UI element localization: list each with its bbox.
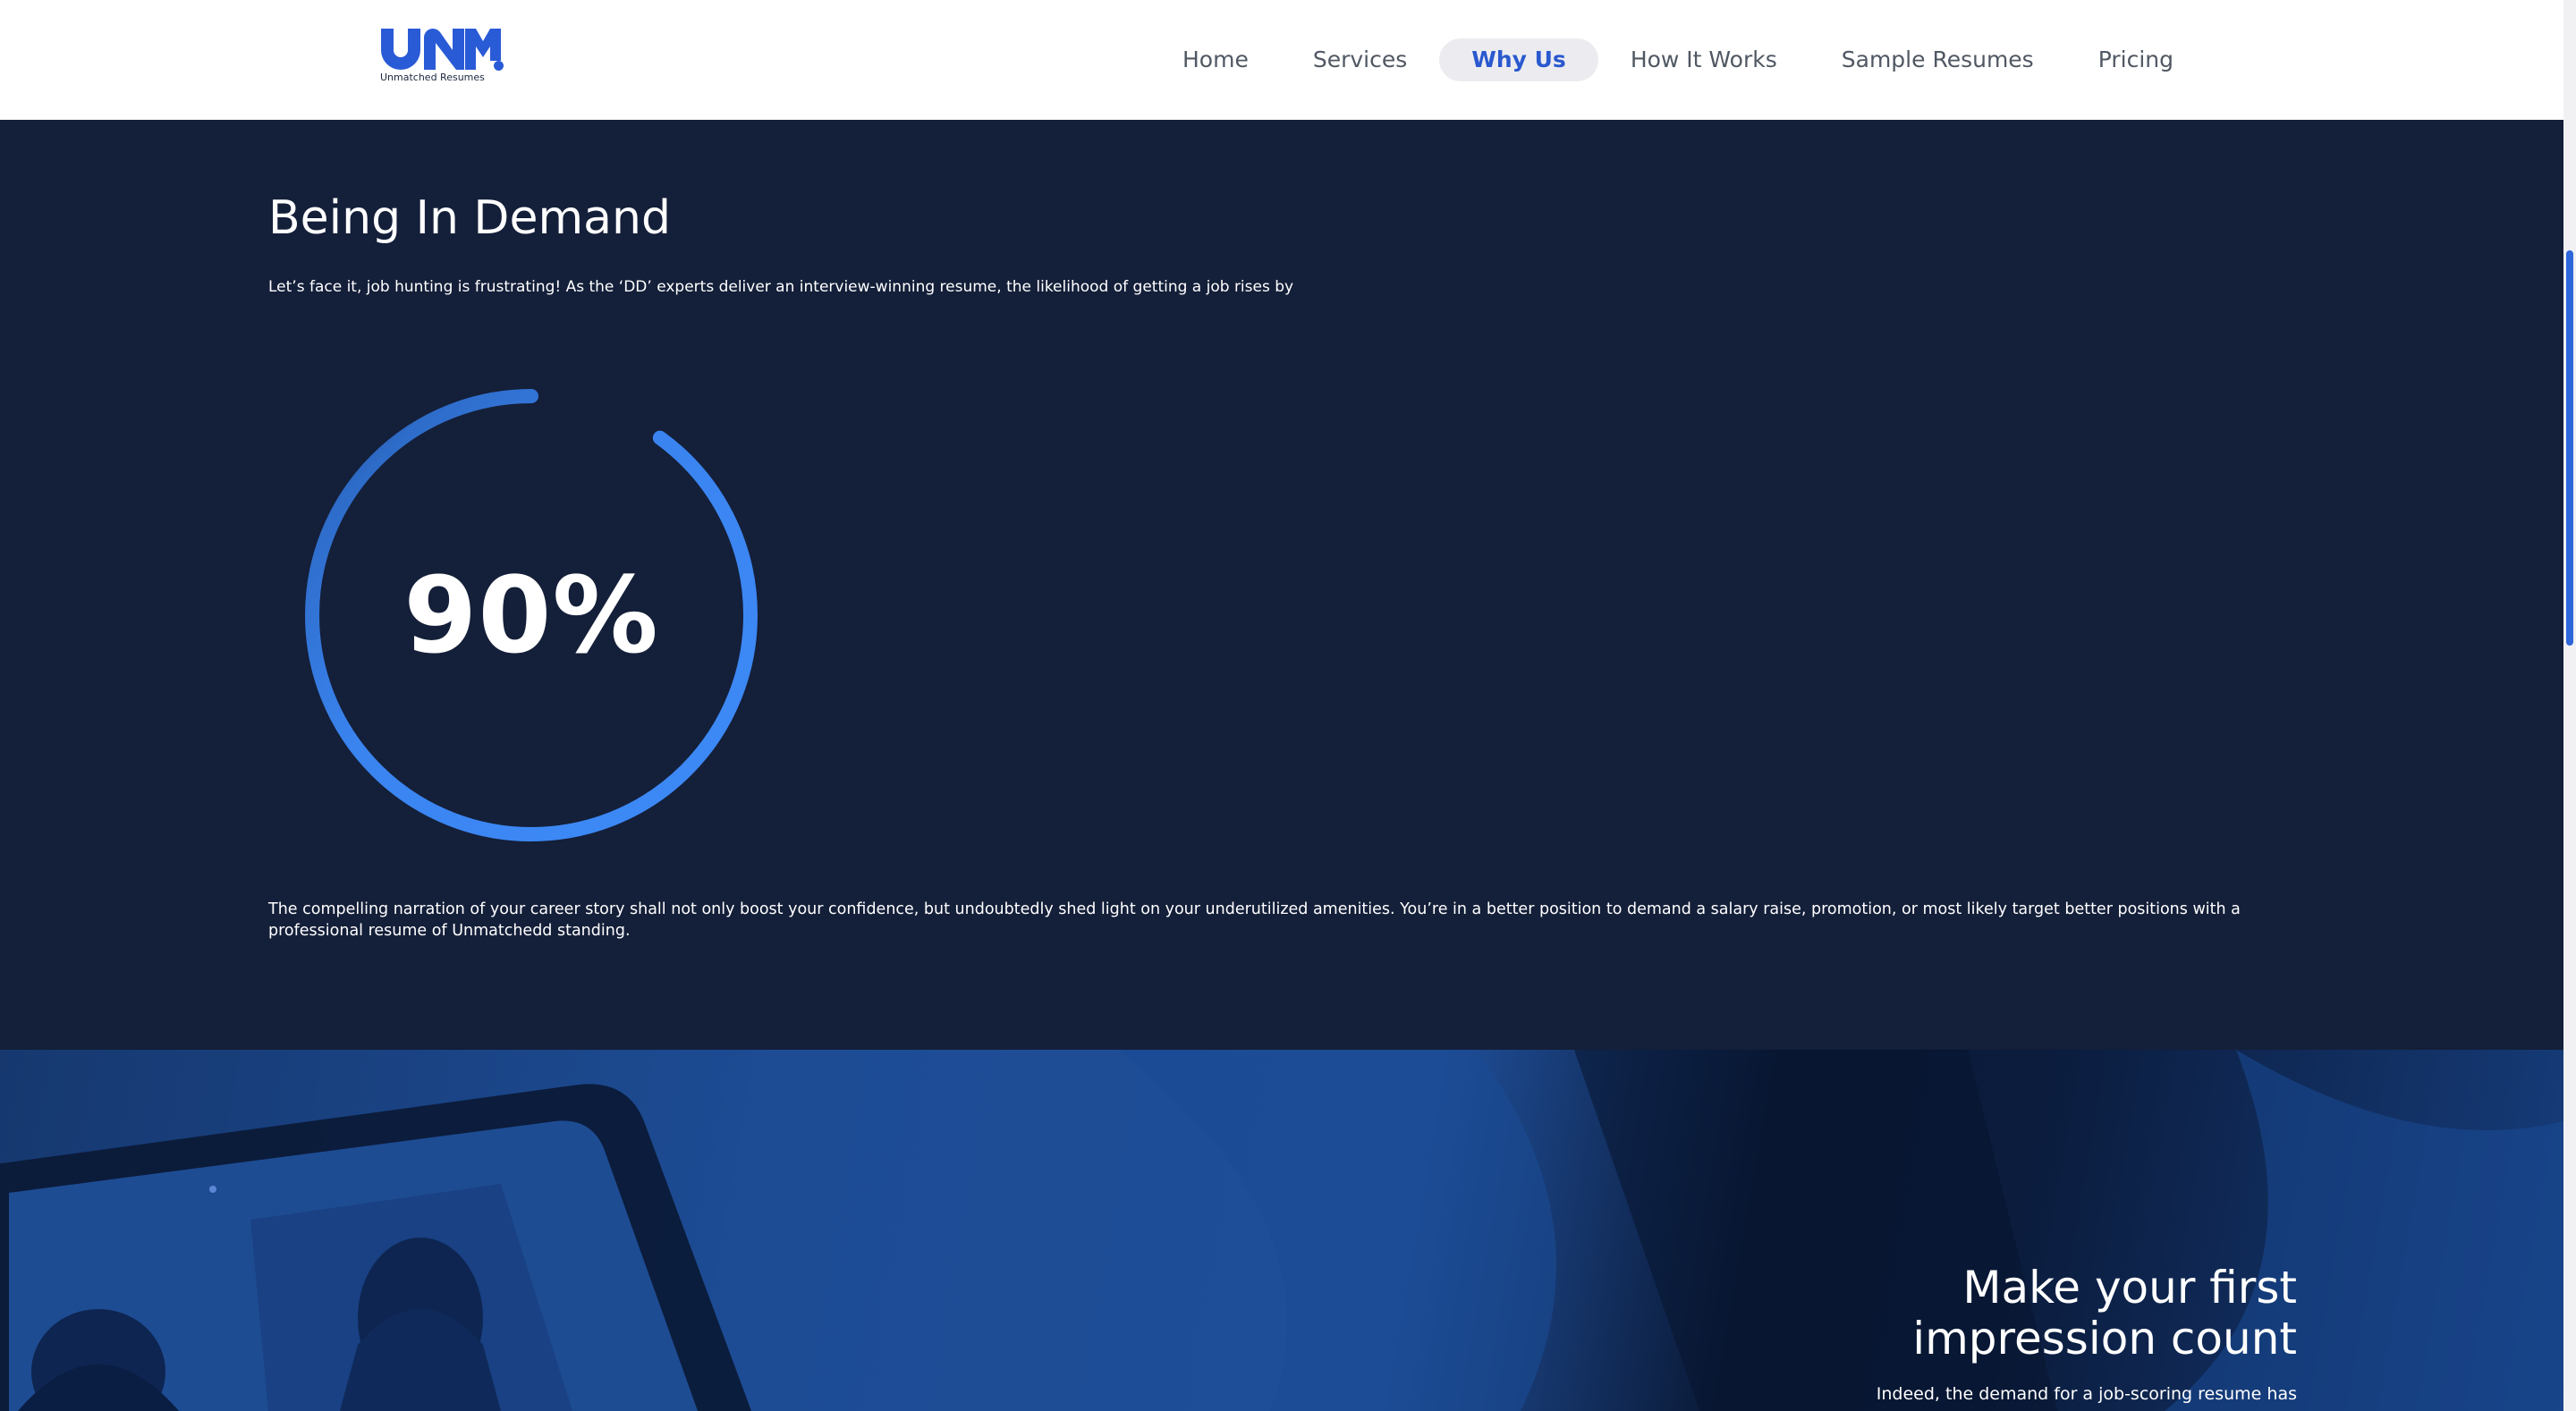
nav-how-it-works[interactable]: How It Works [1598, 38, 1809, 81]
being-in-demand-section: Being In Demand Let’s face it, job hunti… [0, 120, 2563, 1050]
site-header: Unmatched Resumes Home Services Why Us H… [0, 0, 2563, 120]
page-scrollbar[interactable] [2563, 0, 2576, 1411]
nav-services[interactable]: Services [1281, 38, 1439, 81]
scrollbar-thumb[interactable] [2566, 250, 2573, 646]
impression-body-text: Indeed, the demand for a job-scoring res… [1876, 1384, 2297, 1404]
nav-pricing[interactable]: Pricing [2066, 38, 2206, 81]
section-lead-text: Let’s face it, job hunting is frustratin… [268, 278, 1294, 296]
logo-dot [494, 61, 504, 71]
main-nav: Home Services Why Us How It Works Sample… [1150, 38, 2206, 81]
section-title: Being In Demand [268, 191, 671, 245]
logo-tagline: Unmatched Resumes [380, 72, 485, 83]
gauge-value: 90% [403, 553, 659, 677]
nav-why-us[interactable]: Why Us [1439, 38, 1598, 81]
nav-sample-resumes[interactable]: Sample Resumes [1809, 38, 2066, 81]
site-logo[interactable]: Unmatched Resumes [379, 25, 513, 88]
impression-title: Make your first impression count [1912, 1262, 2297, 1365]
nav-home[interactable]: Home [1150, 38, 1281, 81]
percentage-gauge: 90% [295, 379, 767, 851]
section-body-text: The compelling narration of your career … [268, 900, 2241, 940]
logo-mark-icon [381, 29, 501, 70]
first-impression-section: Make your first impression count Indeed,… [0, 1050, 2563, 1411]
